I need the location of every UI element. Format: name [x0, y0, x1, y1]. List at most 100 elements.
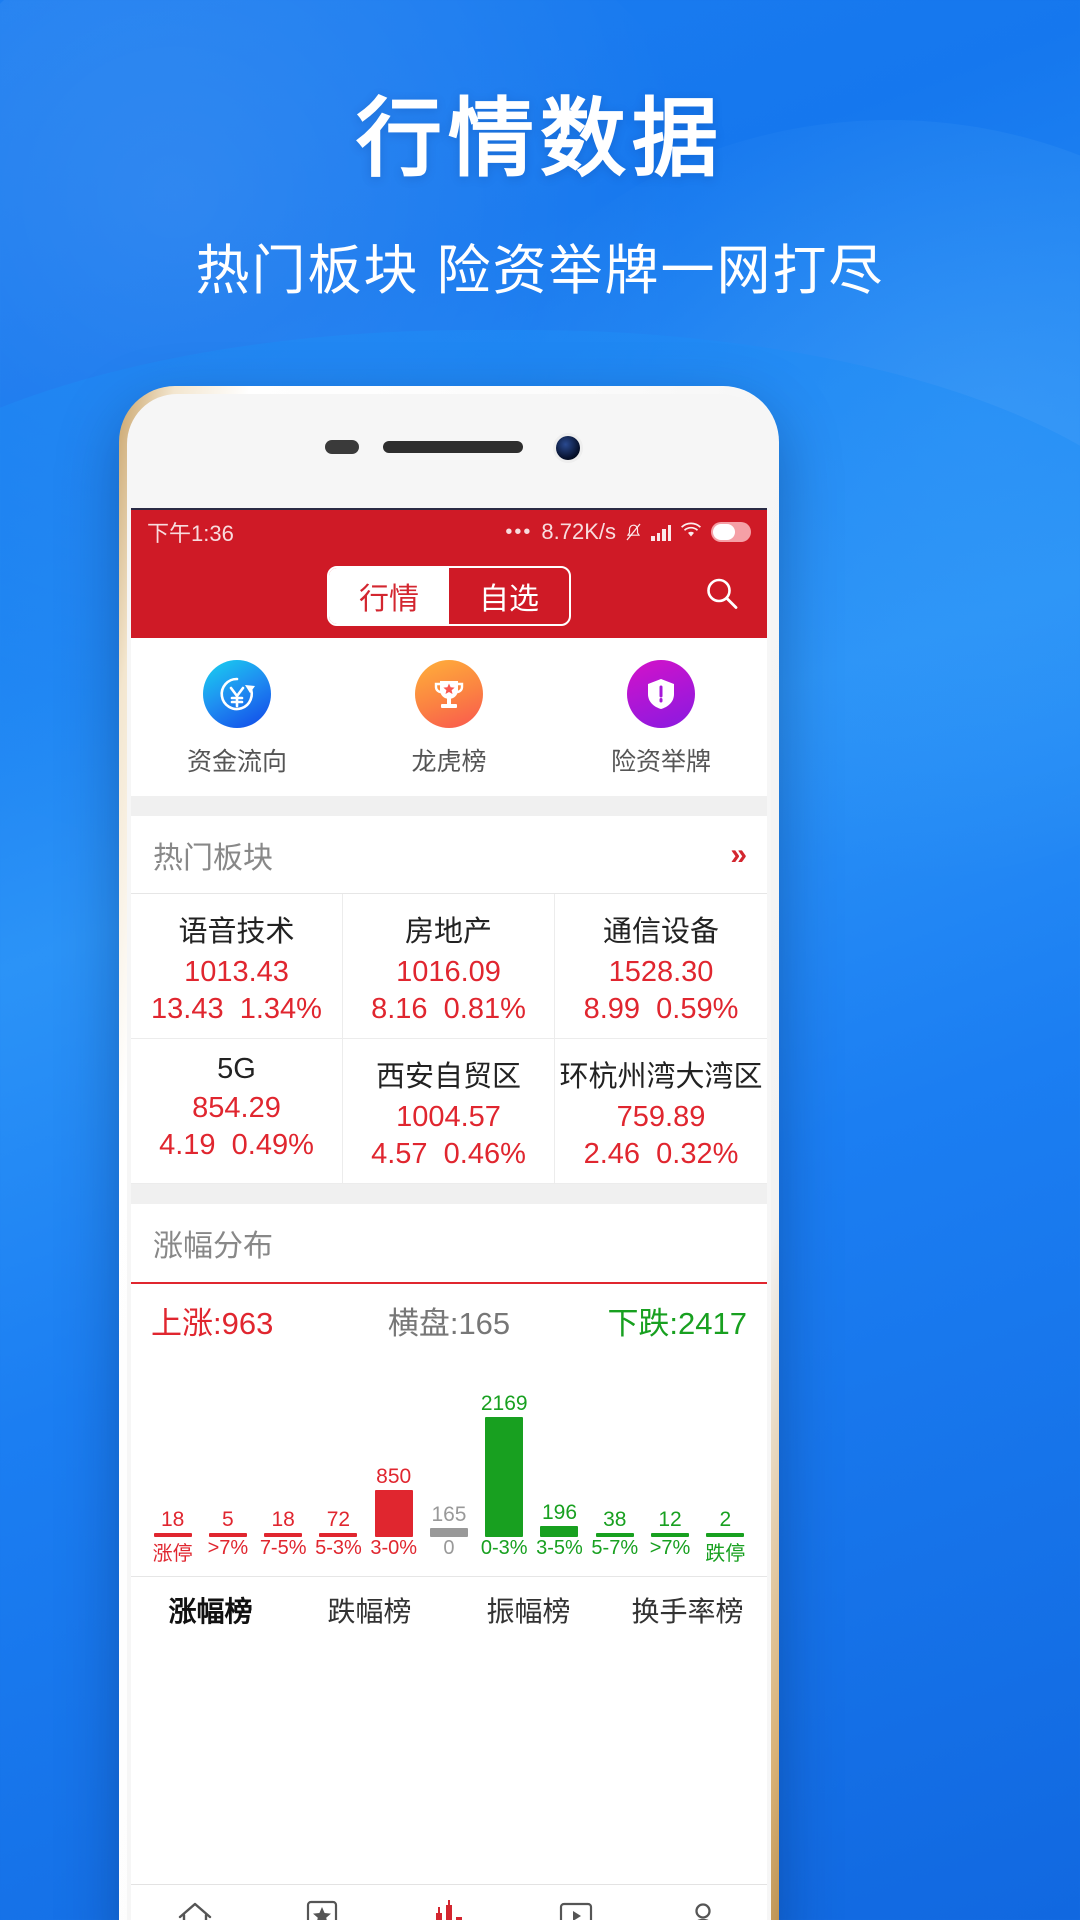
quick-entry-dragon-tiger[interactable]: 龙虎榜: [343, 660, 555, 778]
chart-bar-column: 165: [421, 1347, 476, 1537]
distribution-bar-chart: 18 5 18 72 850 165 2169 196 38 12 2: [131, 1347, 767, 1537]
battery-icon: [711, 522, 751, 542]
sector-cell[interactable]: 通信设备 1528.30 8.99 0.59%: [555, 894, 767, 1039]
distribution-header: 涨幅分布: [131, 1204, 767, 1282]
sector-change: 8.16 0.81%: [347, 993, 550, 1026]
sector-change: 4.19 0.49%: [135, 1129, 338, 1162]
tab-gainers[interactable]: 涨幅榜: [131, 1590, 290, 1630]
sector-change-abs: 13.43: [151, 993, 224, 1025]
chart-bar-column: 2169: [477, 1347, 532, 1537]
quick-entry-row: 资金流向 龙虎榜 险资举牌: [131, 638, 767, 796]
sector-value: 854.29: [192, 1092, 281, 1124]
sector-change-pct: 0.59%: [656, 993, 739, 1025]
chart-bar-column: 12: [642, 1347, 697, 1537]
sector-value: 1016.09: [396, 956, 501, 988]
sector-change: 13.43 1.34%: [135, 993, 338, 1026]
sector-change-abs: 8.16: [371, 993, 428, 1025]
nav-market[interactable]: [385, 1899, 512, 1920]
sector-name: 西安自贸区: [375, 1061, 521, 1093]
sector-change: 8.99 0.59%: [559, 993, 763, 1026]
tab-amplitude[interactable]: 振幅榜: [449, 1590, 608, 1630]
status-bar: 下午1:36 ••• 8.72K/s: [131, 510, 767, 554]
status-time: 下午1:36: [147, 521, 234, 546]
chart-bar-column: 5: [200, 1347, 255, 1537]
sector-name: 房地产: [404, 916, 492, 948]
sector-value: 1004.57: [396, 1101, 501, 1133]
chart-bar-column: 18: [145, 1347, 200, 1537]
sector-cell[interactable]: 房地产 1016.09 8.16 0.81%: [343, 894, 555, 1039]
chart-bar: [319, 1533, 358, 1537]
chart-bar-value: 18: [271, 1508, 295, 1531]
chart-bar-value: 2: [719, 1508, 732, 1531]
hot-sectors-title: 热门板块: [153, 841, 273, 875]
sector-name: 5G: [217, 1053, 256, 1085]
chart-bar-column: 72: [311, 1347, 366, 1537]
rank-tab-bar: 涨幅榜 跌幅榜 振幅榜 换手率榜: [131, 1576, 767, 1642]
promo-subtitle: 热门板块 险资举牌一网打尽: [195, 241, 885, 301]
chart-bar: [264, 1533, 303, 1537]
chart-bar: [429, 1528, 468, 1537]
tab-losers[interactable]: 跌幅榜: [290, 1590, 449, 1630]
nav-home[interactable]: [131, 1899, 258, 1920]
sector-name: 通信设备: [602, 916, 719, 948]
yuan-flow-icon: [203, 660, 271, 728]
sector-cell[interactable]: 西安自贸区 1004.57 4.57 0.46%: [343, 1039, 555, 1184]
chart-axis-label: 3-0%: [370, 1537, 418, 1559]
chart-axis-label: 3-5%: [536, 1537, 583, 1559]
sector-cell[interactable]: 5G 854.29 4.19 0.49%: [131, 1039, 343, 1184]
chart-bar-column: 38: [587, 1347, 642, 1537]
sector-cell[interactable]: 环杭州湾大湾区 759.89 2.46 0.32%: [555, 1039, 767, 1184]
shield-icon: [627, 660, 695, 728]
sector-change: 4.57 0.46%: [347, 1138, 550, 1171]
chart-bar-value: 850: [376, 1465, 412, 1488]
distribution-axis-labels: 涨停 >7% 7-5% 5-3% 3-0% 0 0-3% 3-5% 5-7% >7% 跌停: [131, 1537, 767, 1576]
chart-bar-column: 196: [532, 1347, 587, 1537]
chart-bar-column: 850: [366, 1347, 421, 1537]
sector-cell[interactable]: 语音技术 1013.43 13.43 1.34%: [131, 894, 343, 1039]
sector-change-pct: 0.46%: [443, 1138, 526, 1170]
more-dots-icon: •••: [505, 520, 533, 543]
chart-bar: [485, 1417, 524, 1537]
sector-change-pct: 0.32%: [656, 1138, 739, 1170]
chart-axis-label: 涨停: [152, 1543, 193, 1565]
phone-sensor-row: [119, 436, 779, 460]
tab-watchlist[interactable]: 自选: [449, 568, 569, 624]
quick-entry-label: 龙虎榜: [411, 748, 487, 776]
search-icon[interactable]: [703, 575, 741, 618]
chart-axis-label: 跌停: [705, 1543, 746, 1565]
chart-bar-column: 2: [698, 1347, 753, 1537]
quick-entry-insurance-stake[interactable]: 险资举牌: [555, 660, 767, 778]
chart-bar: [595, 1533, 634, 1537]
nav-video[interactable]: [513, 1900, 640, 1920]
chart-bar-value: 12: [658, 1508, 682, 1531]
chart-axis-label: 5-3%: [315, 1537, 362, 1559]
hot-sectors-header: 热门板块 »: [131, 816, 767, 894]
quick-entry-label: 资金流向: [186, 748, 287, 776]
chart-bar-value: 18: [160, 1508, 185, 1531]
chart-bar-value: 5: [222, 1508, 234, 1531]
chart-bar-value: 2169: [480, 1392, 528, 1415]
phone-screen: 下午1:36 ••• 8.72K/s 行情 自选 资金流向 龙虎榜 险资举牌 热…: [131, 508, 767, 1920]
chart-bar: [208, 1533, 247, 1537]
chart-bar: [706, 1533, 745, 1537]
chart-axis-label: 0: [443, 1537, 455, 1559]
down-count: 下跌:2417: [607, 1306, 748, 1341]
sector-change: 2.46 0.32%: [559, 1138, 763, 1171]
status-icons: ••• 8.72K/s: [505, 519, 751, 545]
nav-watchlist[interactable]: [258, 1899, 385, 1920]
chart-bar-column: 18: [256, 1347, 311, 1537]
tab-market[interactable]: 行情: [329, 568, 449, 624]
chart-bar: [651, 1533, 690, 1537]
nav-profile[interactable]: [640, 1899, 767, 1920]
chart-axis-label: 7-5%: [259, 1537, 307, 1559]
chart-axis-label: 5-7%: [591, 1537, 639, 1559]
quick-entry-fund-flow[interactable]: 资金流向: [131, 660, 343, 778]
tab-turnover[interactable]: 换手率榜: [608, 1590, 767, 1630]
earpiece-speaker: [383, 441, 523, 453]
market-tab-switcher[interactable]: 行情 自选: [327, 566, 571, 626]
promo-headline: 行情数据 热门板块 险资举牌一网打尽: [0, 96, 1080, 305]
chart-axis-label: >7%: [649, 1537, 691, 1559]
signal-bars-icon: [651, 524, 671, 541]
sector-change-abs: 2.46: [583, 1138, 641, 1170]
chevron-right-more-icon[interactable]: »: [730, 838, 747, 872]
